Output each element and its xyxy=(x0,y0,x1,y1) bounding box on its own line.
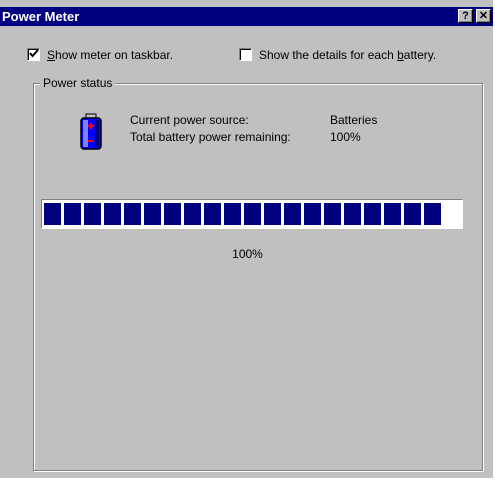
progress-segment xyxy=(404,203,421,225)
progress-segment xyxy=(164,203,181,225)
power-source-value: Batteries xyxy=(330,113,378,127)
progress-segment xyxy=(144,203,161,225)
progress-segment xyxy=(224,203,241,225)
progress-segment xyxy=(124,203,141,225)
progress-segment xyxy=(244,203,261,225)
battery-progress-bar xyxy=(41,199,463,229)
help-button[interactable]: ? xyxy=(458,9,473,23)
show-meter-label[interactable]: Show meter on taskbar. xyxy=(47,47,173,63)
title-bar: Power Meter ? ✕ xyxy=(0,7,493,26)
progress-segment xyxy=(44,203,61,225)
show-details-checkbox[interactable] xyxy=(239,48,252,61)
progress-segment xyxy=(384,203,401,225)
progress-segment xyxy=(204,203,221,225)
power-source-label: Current power source: xyxy=(130,113,249,127)
progress-segment xyxy=(184,203,201,225)
progress-segment xyxy=(104,203,121,225)
show-details-label[interactable]: Show the details for each battery. xyxy=(259,47,436,63)
power-status-label: Power status xyxy=(40,75,116,91)
battery-remaining-label: Total battery power remaining: xyxy=(130,130,291,144)
progress-segment xyxy=(364,203,381,225)
progress-segment xyxy=(64,203,81,225)
battery-icon xyxy=(80,113,102,150)
close-button[interactable]: ✕ xyxy=(476,9,491,23)
show-meter-checkbox[interactable] xyxy=(27,48,40,61)
show-details-option[interactable]: Show the details for each battery. xyxy=(239,47,489,63)
power-meter-dialog: Power Meter ? ✕ Show meter on taskbar. S… xyxy=(0,0,493,478)
progress-segment xyxy=(304,203,321,225)
check-mark-icon xyxy=(29,49,39,58)
progress-segment xyxy=(424,203,441,225)
progress-segment xyxy=(84,203,101,225)
battery-remaining-value: 100% xyxy=(330,130,361,144)
progress-segment xyxy=(324,203,341,225)
progress-segment xyxy=(264,203,281,225)
show-meter-option[interactable]: Show meter on taskbar. xyxy=(27,47,227,63)
progress-segment xyxy=(344,203,361,225)
progress-segment xyxy=(284,203,301,225)
window-title: Power Meter xyxy=(2,9,80,24)
battery-percent-text: 100% xyxy=(232,247,263,261)
